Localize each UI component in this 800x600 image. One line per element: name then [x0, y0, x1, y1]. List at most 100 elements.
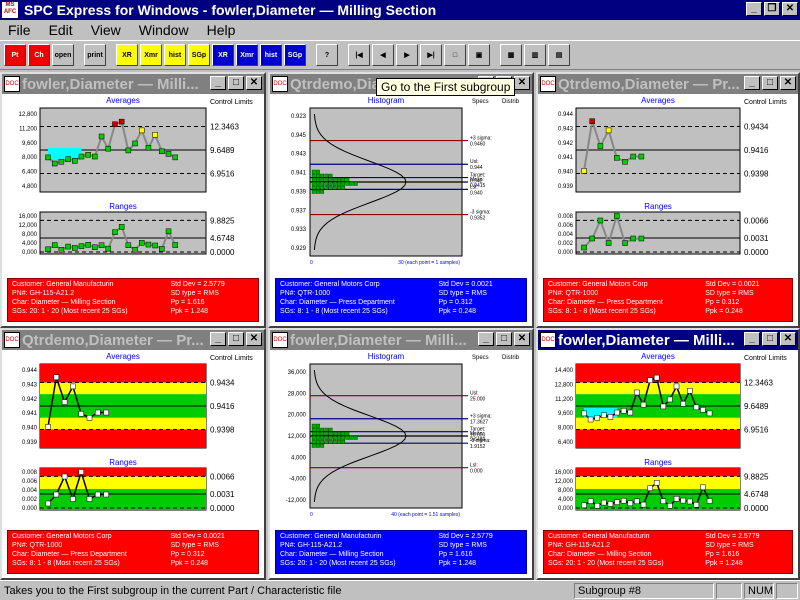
chart-window-2[interactable]: DOCQtrdemo,Dia_□✕HistogramSpecsDistrib0.… [268, 72, 534, 328]
window-title-bar[interactable]: DOC fowler,Diameter — Milli... _ □ ✕ [2, 74, 264, 94]
toolbar-button-0[interactable]: Pt [4, 44, 26, 66]
range-point[interactable] [53, 491, 60, 498]
average-point[interactable] [152, 131, 158, 138]
average-point[interactable] [58, 159, 65, 165]
range-point[interactable] [589, 235, 595, 242]
range-point[interactable] [85, 242, 91, 248]
range-point[interactable] [70, 496, 76, 502]
toolbar-button-26[interactable]: ▤ [548, 44, 570, 66]
average-point[interactable] [132, 140, 138, 147]
average-point[interactable] [85, 152, 91, 158]
average-point[interactable] [61, 399, 68, 405]
menu-view[interactable]: View [91, 22, 121, 38]
range-point[interactable] [693, 502, 700, 508]
average-point[interactable] [581, 410, 587, 417]
average-point[interactable] [581, 168, 587, 174]
range-point[interactable] [581, 502, 587, 509]
window-minimize-button[interactable]: _ [478, 332, 494, 346]
document-icon[interactable]: DOC [4, 76, 20, 92]
toolbar-button-19[interactable]: ▶ [396, 44, 418, 66]
average-point[interactable] [627, 409, 634, 416]
average-point[interactable] [594, 415, 600, 421]
toolbar-button-13[interactable]: SGp [284, 44, 306, 66]
range-point[interactable] [647, 485, 653, 491]
average-point[interactable] [693, 404, 700, 411]
range-point[interactable] [614, 499, 620, 505]
range-point[interactable] [78, 243, 85, 249]
window-title-bar[interactable]: DOC Qtrdemo,Diameter — Pr... _ □ ✕ [538, 74, 798, 94]
window-maximize-button[interactable]: □ [228, 332, 244, 346]
range-point[interactable] [165, 228, 172, 235]
average-point[interactable] [647, 377, 653, 384]
average-point[interactable] [614, 409, 620, 416]
average-point[interactable] [98, 133, 105, 140]
menu-edit[interactable]: Edit [49, 22, 73, 38]
range-point[interactable] [667, 503, 673, 509]
average-point[interactable] [660, 403, 667, 410]
range-point[interactable] [125, 242, 132, 248]
average-point[interactable] [138, 127, 145, 134]
toolbar-button-15[interactable]: ? [316, 44, 338, 66]
average-point[interactable] [605, 127, 612, 134]
average-point[interactable] [700, 407, 706, 413]
range-point[interactable] [700, 484, 706, 491]
range-point[interactable] [601, 499, 607, 506]
average-point[interactable] [112, 121, 118, 128]
average-point[interactable] [70, 383, 76, 390]
average-point[interactable] [53, 374, 60, 381]
range-point[interactable] [98, 242, 105, 248]
toolbar-button-20[interactable]: ▶| [420, 44, 442, 66]
average-point[interactable] [95, 409, 101, 416]
range-point[interactable] [86, 496, 93, 502]
average-point[interactable] [118, 118, 125, 125]
average-point[interactable] [614, 155, 620, 161]
average-point[interactable] [92, 153, 98, 160]
window-close-button[interactable]: ✕ [514, 332, 530, 346]
average-point[interactable] [589, 118, 595, 125]
average-point[interactable] [72, 158, 78, 164]
document-icon[interactable]: DOC [4, 332, 20, 348]
average-point[interactable] [103, 409, 109, 416]
average-point[interactable] [45, 424, 51, 430]
average-point[interactable] [680, 401, 686, 407]
window-minimize-button[interactable]: _ [210, 332, 226, 346]
range-point[interactable] [653, 480, 660, 486]
average-point[interactable] [165, 151, 172, 157]
toolbar-button-4[interactable]: print [84, 44, 106, 66]
range-point[interactable] [634, 498, 640, 504]
average-point[interactable] [86, 415, 93, 421]
range-point[interactable] [627, 500, 634, 507]
window-maximize-button[interactable]: □ [762, 332, 778, 346]
range-point[interactable] [105, 245, 112, 252]
range-point[interactable] [138, 240, 145, 246]
document-icon[interactable]: DOC [272, 76, 288, 92]
chart-window-3[interactable]: DOC Qtrdemo,Diameter — Pr... _ □ ✕ Averages Co… [536, 72, 800, 328]
window-minimize-button[interactable]: _ [744, 332, 760, 346]
average-point[interactable] [125, 147, 132, 154]
average-point[interactable] [105, 145, 112, 152]
window-maximize-button[interactable]: □ [762, 76, 778, 90]
range-point[interactable] [581, 244, 587, 251]
average-point[interactable] [78, 411, 84, 417]
document-icon[interactable]: DOC [540, 332, 556, 348]
range-point[interactable] [680, 497, 686, 504]
range-point[interactable] [51, 242, 58, 248]
range-point[interactable] [673, 496, 680, 502]
document-icon[interactable]: DOC [272, 332, 288, 348]
toolbar-button-11[interactable]: Xmr [236, 44, 258, 66]
toolbar-button-1[interactable]: Ch [28, 44, 50, 66]
range-point[interactable] [622, 240, 628, 246]
average-point[interactable] [634, 389, 640, 396]
average-point[interactable] [630, 153, 636, 160]
range-point[interactable] [92, 244, 98, 251]
toolbar-button-12[interactable]: hist [260, 44, 282, 66]
document-icon[interactable]: DOC [540, 76, 556, 92]
toolbar-button-21[interactable]: □ [444, 44, 466, 66]
range-point[interactable] [45, 246, 51, 253]
window-close-button[interactable]: ✕ [514, 76, 530, 90]
range-point[interactable] [706, 498, 713, 504]
range-point[interactable] [640, 501, 647, 508]
toolbar-button-22[interactable]: ▣ [468, 44, 490, 66]
average-point[interactable] [65, 156, 71, 162]
toolbar-button-8[interactable]: hist [164, 44, 186, 66]
